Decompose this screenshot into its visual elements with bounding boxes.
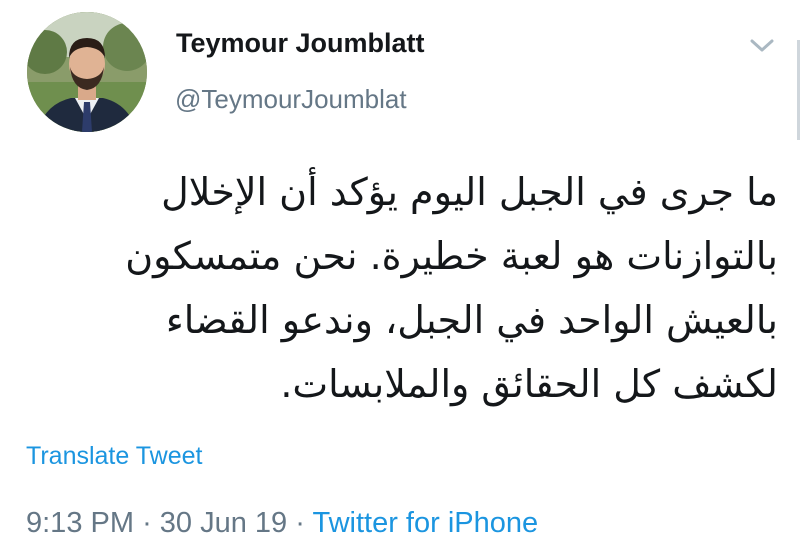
- user-handle[interactable]: @TeymourJoumblat: [175, 84, 407, 115]
- tweet-text-line: بالتوازنات هو لعبة خطيرة. نحن متمسكون: [125, 234, 778, 278]
- translate-tweet-link[interactable]: Translate Tweet: [26, 442, 202, 471]
- chevron-down-icon[interactable]: [748, 36, 776, 56]
- tweet-text-line: بالعيش الواحد في الجبل، وندعو القضاء: [165, 298, 778, 342]
- display-name[interactable]: Teymour Joumblatt: [176, 28, 425, 59]
- separator: ·: [295, 507, 305, 539]
- tweet-source-link[interactable]: Twitter for iPhone: [312, 507, 538, 539]
- avatar-photo: [27, 12, 147, 132]
- tweet-time: 9:13 PM: [26, 507, 134, 539]
- tweet-metadata: 9:13 PM · 30 Jun 19 · Twitter for iPhone: [26, 507, 538, 540]
- tweet-text-line: لكشف كل الحقائق والملابسات.: [280, 362, 778, 406]
- tweet-card: Teymour Joumblatt @TeymourJoumblat ما جر…: [0, 0, 800, 556]
- separator: ·: [142, 507, 152, 539]
- avatar[interactable]: [27, 12, 147, 132]
- tweet-date: 30 Jun 19: [159, 507, 288, 539]
- tweet-text-line: ما جرى في الجبل اليوم يؤكد أن الإخلال: [161, 170, 778, 214]
- tweet-text: ما جرى في الجبل اليوم يؤكد أن الإخلال با…: [125, 160, 778, 416]
